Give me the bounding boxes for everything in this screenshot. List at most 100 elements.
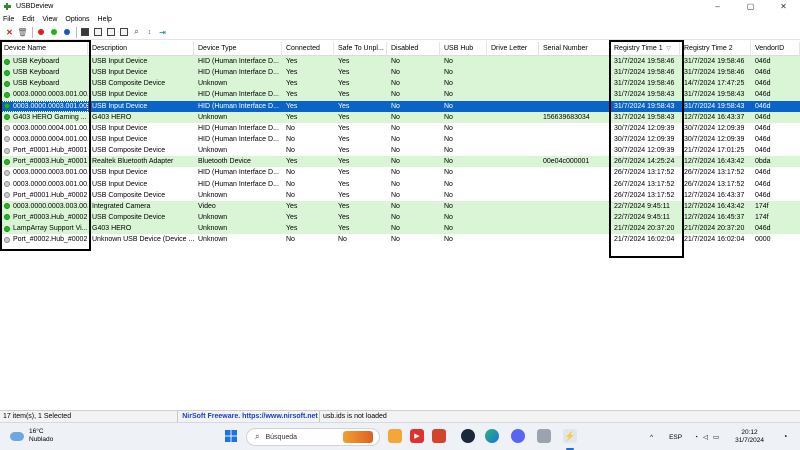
disable-icon[interactable] (35, 27, 46, 38)
menu-view[interactable]: View (42, 16, 57, 23)
sort-icon[interactable]: ↕ (144, 27, 155, 38)
table-row[interactable]: 0003.0000.0003.001.00... USB Input Device… (0, 89, 800, 101)
html-report-icon[interactable] (105, 27, 116, 38)
menu-options[interactable]: Options (65, 16, 89, 23)
table-row[interactable]: 0003.0000.0003.001.00... USB Input Device… (0, 179, 800, 190)
cell-text: 14/7/2024 17:47:25 (684, 80, 745, 88)
cell-usb-hub: No (440, 134, 487, 145)
taskbar-search[interactable]: ⌕ Búsqueda (246, 428, 380, 446)
table-row[interactable]: 0003.0000.0004.001.00... USB Input Device… (0, 123, 800, 134)
table-row[interactable]: Port_#0001.Hub_#0002 USB Composite Device… (0, 190, 800, 201)
cell-registry-time-2: 14/7/2024 17:47:25 (680, 78, 751, 89)
cell-drive-letter (487, 234, 539, 245)
cell-serial-number (539, 167, 610, 178)
disconnected-status-icon (4, 181, 10, 188)
cell-registry-time-2: 26/7/2024 13:17:52 (680, 167, 751, 178)
cell-text: 26/7/2024 13:17:52 (614, 191, 675, 199)
save-icon[interactable] (79, 27, 90, 38)
notification-icon[interactable]: ◔ (778, 429, 792, 443)
discord-icon[interactable] (511, 429, 525, 443)
close-button[interactable]: ✕ (767, 0, 800, 13)
cell-text: HID (Human Interface D... (198, 124, 279, 132)
cell-text: USB Input Device (92, 169, 148, 177)
usbdeview-taskbar-icon[interactable]: ⚡ (563, 429, 577, 443)
clock-date: 31/7/2024 (735, 437, 764, 444)
cell-device-type: Unknown (194, 223, 282, 234)
column-header-device-type[interactable]: Device Type (194, 42, 282, 56)
table-row[interactable]: Port_#0001.Hub_#0001 USB Composite Device… (0, 145, 800, 156)
copy-icon[interactable] (92, 27, 103, 38)
column-header-description[interactable]: Description (88, 42, 194, 56)
file-app-icon[interactable] (537, 429, 551, 443)
exit-icon[interactable]: ⇥ (157, 27, 168, 38)
cell-text: 31/7/2024 19:58:46 (614, 69, 675, 77)
find-icon[interactable]: ⌕ (131, 27, 142, 38)
cell-registry-time-1: 31/7/2024 19:58:46 (610, 56, 680, 67)
column-label: Registry Time 1 (614, 45, 663, 52)
table-row[interactable]: 0003.0000.0003.001.00... USB Input Device… (0, 167, 800, 178)
uninstall-icon[interactable]: 🗑 (17, 27, 28, 38)
cell-text: Yes (338, 158, 350, 166)
minimize-button[interactable]: – (701, 0, 734, 13)
table-row[interactable]: Port_#0003.Hub_#0001 Realtek Bluetooth Ad… (0, 156, 800, 168)
table-row[interactable]: 0003.0000.0003.003.00... Integrated Camer… (0, 200, 800, 212)
column-header-safe-to-unplug[interactable]: Safe To Unpl... (334, 42, 387, 56)
cell-disabled: No (387, 112, 440, 123)
column-header-device-name[interactable]: Device Name (0, 42, 88, 56)
cell-text: No (444, 58, 453, 65)
refresh-icon[interactable] (118, 27, 129, 38)
column-header-disabled[interactable]: Disabled (387, 42, 440, 56)
table-row[interactable]: Port_#0002.Hub_#0002 Unknown USB Device (… (0, 234, 800, 245)
cell-disabled: No (387, 145, 440, 156)
wifi-icon[interactable]: ◔ (694, 434, 698, 441)
cell-text: Unknown USB Device (Device ... (92, 236, 194, 244)
column-header-registry-time-1[interactable]: Registry Time 1 ▽ (610, 42, 680, 56)
media-app-icon[interactable]: ▶ (410, 429, 424, 443)
device-table: Device Name Description Device Type Connect… (0, 42, 800, 245)
steam-icon[interactable] (461, 429, 475, 443)
properties-icon[interactable] (61, 27, 72, 38)
start-icon[interactable] (224, 429, 238, 443)
office-icon[interactable] (432, 429, 446, 443)
cell-serial-number: 156639683034 (539, 112, 610, 123)
table-row[interactable]: USB Keyboard USB Input Device HID (Human I… (0, 56, 800, 68)
table-row[interactable]: USB Keyboard USB Composite Device Unknown Y… (0, 78, 800, 90)
cell-description: G403 HERO (88, 223, 194, 234)
cell-registry-time-1: 22/7/2024 9:45:11 (610, 212, 680, 223)
menu-file[interactable]: File (3, 16, 14, 23)
cell-text: USB Composite Device (92, 213, 166, 221)
clock[interactable]: 20:12 31/7/2024 (735, 429, 764, 445)
menu-edit[interactable]: Edit (22, 16, 34, 23)
cell-connected: Yes (282, 156, 334, 167)
table-row[interactable]: 0003.0000.0003.001.00... USB Input Device… (0, 100, 800, 112)
column-label: Device Type (198, 45, 237, 52)
column-header-serial-number[interactable]: Serial Number (539, 42, 610, 56)
column-header-usb-hub[interactable]: USB Hub (440, 42, 487, 56)
table-row[interactable]: G403 HERO Gaming ... G403 HERO Unknown Yes Y… (0, 111, 800, 123)
maximize-button[interactable]: ▢ (734, 0, 767, 13)
cell-connected: Yes (282, 201, 334, 212)
column-header-drive-letter[interactable]: Drive Letter (487, 42, 539, 56)
disconnect-icon[interactable]: ✕ (4, 27, 15, 38)
cell-text: Yes (338, 102, 350, 110)
enable-icon[interactable] (48, 27, 59, 38)
column-header-vendor-id[interactable]: VendorID (751, 42, 800, 56)
weather-widget[interactable]: 16°C Nublado (10, 428, 53, 444)
column-header-connected[interactable]: Connected (282, 42, 334, 56)
column-header-registry-time-2[interactable]: Registry Time 2 (680, 42, 751, 56)
cell-description: USB Input Device (88, 67, 194, 78)
table-row[interactable]: USB Keyboard USB Input Device HID (Human I… (0, 67, 800, 79)
battery-icon[interactable]: ▭ (713, 433, 719, 441)
volume-icon[interactable]: ◁ (703, 433, 708, 441)
menu-help[interactable]: Help (98, 16, 112, 23)
cell-device-name: G403 HERO Gaming ... (0, 112, 88, 123)
table-row[interactable]: LampArray Support Vi... G403 HERO Unknown Y… (0, 223, 800, 235)
edge-icon[interactable] (485, 429, 499, 443)
nirsoft-link[interactable]: NirSoft Freeware. https://www.nirsoft.ne… (178, 410, 320, 423)
task-view-icon[interactable] (388, 429, 402, 443)
language-indicator[interactable]: ESP (669, 434, 682, 441)
table-row[interactable]: Port_#0003.Hub_#0002 USB Composite Device… (0, 211, 800, 224)
tray-chevron-icon[interactable]: ^ (650, 434, 653, 441)
cell-text: 22/7/2024 9:45:11 (614, 213, 670, 221)
table-row[interactable]: 0003.0000.0004.001.00... USB Input Device… (0, 134, 800, 145)
